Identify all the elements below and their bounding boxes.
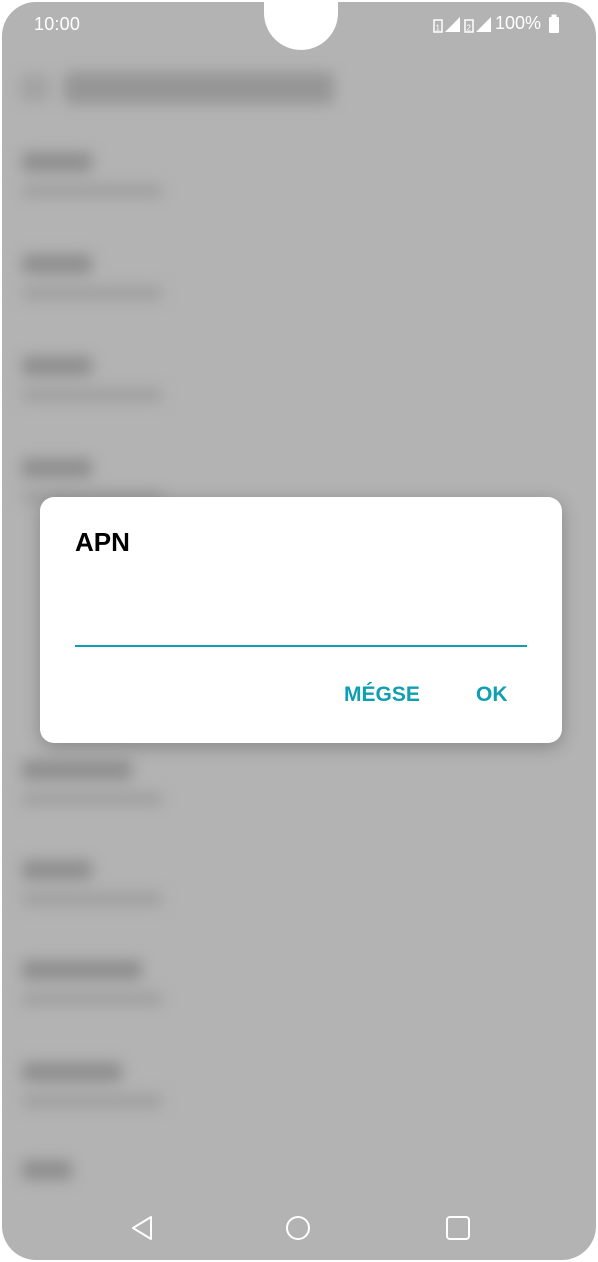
ok-button[interactable]: OK (476, 683, 508, 707)
sim2-signal-icon: 2 (464, 16, 491, 33)
navigation-bar (2, 1202, 596, 1258)
apn-dialog: APN MÉGSE OK (40, 497, 562, 743)
back-arrow-icon (20, 74, 50, 102)
phone-frame: 10:00 1 2 100% APN MÉGSE OK (0, 0, 598, 1262)
background-list-item (22, 1062, 162, 1108)
sim1-signal-icon: 1 (433, 16, 460, 33)
background-list-item (22, 1160, 72, 1180)
home-circle-icon (286, 1216, 310, 1240)
screen: 10:00 1 2 100% APN MÉGSE OK (2, 2, 596, 1260)
svg-text:1: 1 (435, 23, 440, 32)
background-list-item (22, 356, 162, 402)
background-list-item (22, 152, 162, 198)
battery-icon (549, 14, 559, 33)
home-button[interactable] (278, 1202, 318, 1254)
recents-button[interactable] (438, 1202, 478, 1254)
dialog-title: APN (75, 527, 130, 557)
background-list-item (22, 960, 162, 1006)
recents-square-icon (446, 1216, 470, 1240)
status-time: 10:00 (34, 14, 81, 34)
apn-input[interactable] (75, 597, 527, 647)
status-icons: 1 2 100% (433, 13, 560, 34)
back-triangle-icon (132, 1216, 152, 1240)
svg-text:2: 2 (466, 23, 471, 32)
background-page-title (64, 72, 334, 104)
background-list-item (22, 860, 162, 906)
cancel-button[interactable]: MÉGSE (344, 683, 420, 707)
background-list-item (22, 760, 162, 806)
back-button[interactable] (122, 1202, 162, 1254)
background-list-item (22, 254, 162, 300)
battery-percentage: 100% (494, 13, 541, 33)
